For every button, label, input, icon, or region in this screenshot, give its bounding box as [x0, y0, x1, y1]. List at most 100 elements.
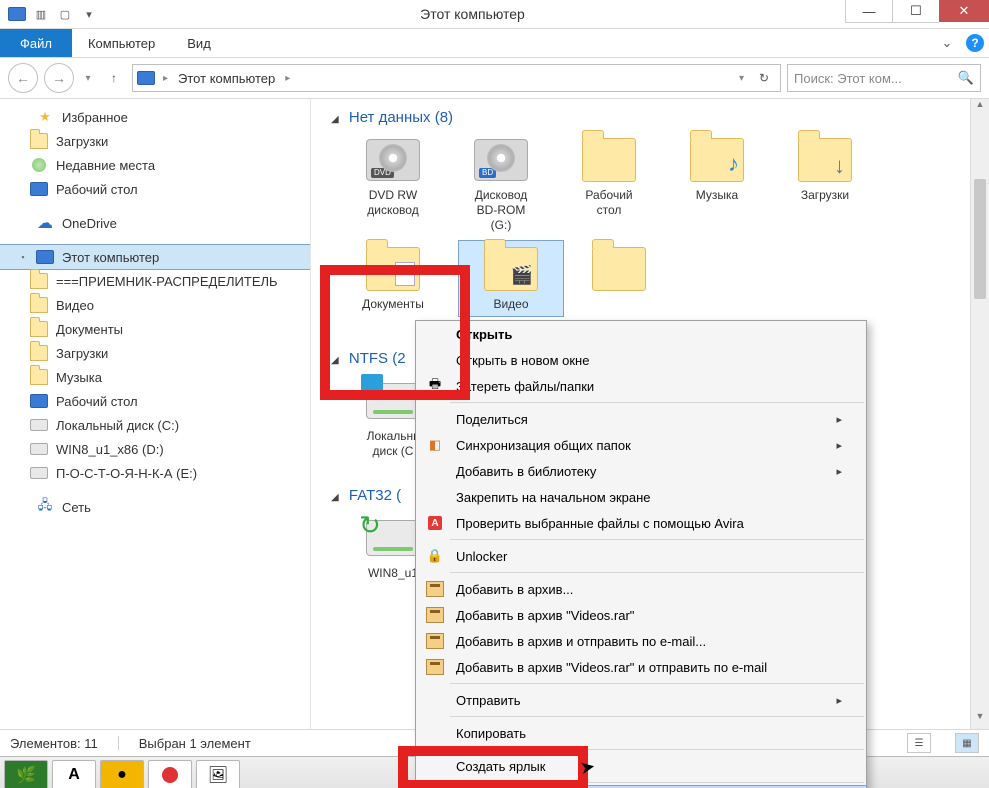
- collapse-icon[interactable]: ◢: [331, 114, 339, 125]
- close-button[interactable]: ✕: [939, 0, 989, 22]
- dvd-drive-icon: DVD: [366, 136, 420, 184]
- collapse-icon[interactable]: [18, 112, 28, 122]
- group-header-nodata[interactable]: ◢ Нет данных (8): [321, 105, 979, 132]
- sidebar-item-downloads[interactable]: Загрузки: [0, 129, 310, 153]
- pc-icon[interactable]: [6, 4, 28, 24]
- menu-separator: [450, 572, 864, 573]
- submenu-icon: ▸: [836, 694, 842, 707]
- menu-archive-email[interactable]: Добавить в архив и отправить по e-mail..…: [416, 628, 866, 654]
- sidebar-item-label: Загрузки: [56, 134, 108, 149]
- taskbar-app[interactable]: ●: [100, 760, 144, 788]
- sidebar-item-recent[interactable]: Недавние места: [0, 153, 310, 177]
- menu-add-to-archive-name[interactable]: Добавить в архив "Videos.rar": [416, 602, 866, 628]
- item-documents[interactable]: Документы: [341, 241, 445, 316]
- item-desktop[interactable]: Рабочий стол: [557, 132, 661, 237]
- quick-access-toolbar: ▥ ▢ ▾: [0, 4, 100, 24]
- file-tab[interactable]: Файл: [0, 29, 72, 57]
- qat-dropdown-icon[interactable]: ▾: [78, 4, 100, 24]
- properties-icon[interactable]: ▥: [30, 4, 52, 24]
- details-view-button[interactable]: ☰: [907, 733, 931, 753]
- item-folder-partial[interactable]: [567, 241, 671, 316]
- menu-scan-avira[interactable]: АПроверить выбранные файлы с помощью Avi…: [416, 510, 866, 536]
- up-button[interactable]: ↑: [102, 66, 126, 90]
- address-dropdown-icon[interactable]: ▾: [735, 73, 748, 84]
- search-input[interactable]: Поиск: Этот ком... 🔍: [787, 64, 981, 92]
- item-music[interactable]: ♪ Музыка: [665, 132, 769, 237]
- back-button[interactable]: ←: [8, 63, 38, 93]
- sidebar-item-drive-e[interactable]: П-О-С-Т-О-Я-Н-К-А (E:): [0, 461, 310, 485]
- folder-icon: [30, 368, 48, 386]
- address-bar[interactable]: ▸ Этот компьютер ▸ ▾ ↻: [132, 64, 781, 92]
- item-bd-drive[interactable]: BD Дисковод BD-ROM (G:): [449, 132, 553, 237]
- sidebar-item-drive-d[interactable]: WIN8_u1_x86 (D:): [0, 437, 310, 461]
- scroll-thumb[interactable]: [974, 179, 986, 299]
- submenu-icon: ▸: [836, 465, 842, 478]
- collapse-icon[interactable]: [18, 218, 28, 228]
- forward-button[interactable]: →: [44, 63, 74, 93]
- menu-send-to[interactable]: Отправить▸: [416, 687, 866, 713]
- sidebar-item-downloads[interactable]: Загрузки: [0, 341, 310, 365]
- menu-copy[interactable]: Копировать: [416, 720, 866, 746]
- sidebar-item-folder[interactable]: ===ПРИЕМНИК-РАСПРЕДЕЛИТЕЛЬ: [0, 269, 310, 293]
- item-downloads[interactable]: ↓ Загрузки: [773, 132, 877, 237]
- menu-open-new-window[interactable]: Открыть в новом окне: [416, 347, 866, 373]
- chevron-right-icon[interactable]: ▸: [281, 73, 294, 84]
- item-video[interactable]: 🎬 Видео: [459, 241, 563, 316]
- menu-archive-email-name[interactable]: Добавить в архив "Videos.rar" и отправит…: [416, 654, 866, 680]
- minimize-button[interactable]: —: [845, 0, 892, 23]
- new-folder-icon[interactable]: ▢: [54, 4, 76, 24]
- taskbar-app[interactable]: 🌿: [4, 760, 48, 788]
- history-dropdown-icon[interactable]: ▾: [80, 73, 96, 84]
- maximize-button[interactable]: ☐: [892, 0, 939, 23]
- menu-add-to-archive[interactable]: Добавить в архив...: [416, 576, 866, 602]
- sidebar-item-desktop[interactable]: Рабочий стол: [0, 389, 310, 413]
- taskbar-app[interactable]: [148, 760, 192, 788]
- collapse-icon[interactable]: ◢: [331, 492, 339, 503]
- sidebar-item-label: Избранное: [62, 110, 128, 125]
- sidebar-item-desktop[interactable]: Рабочий стол: [0, 177, 310, 201]
- scroll-down-icon[interactable]: ▼: [971, 711, 989, 729]
- menu-create-shortcut[interactable]: Создать ярлык: [416, 753, 866, 779]
- sidebar-this-pc[interactable]: ▪ Этот компьютер: [0, 245, 310, 269]
- refresh-icon[interactable]: ↻: [752, 71, 776, 85]
- sidebar-item-documents[interactable]: Документы: [0, 317, 310, 341]
- rar-icon: [424, 632, 446, 650]
- sidebar-item-drive-c[interactable]: Локальный диск (C:): [0, 413, 310, 437]
- sidebar-item-video[interactable]: Видео: [0, 293, 310, 317]
- rar-icon: [424, 580, 446, 598]
- tab-view[interactable]: Вид: [171, 29, 227, 57]
- sidebar-favorites[interactable]: ★ Избранное: [0, 105, 310, 129]
- sidebar-onedrive[interactable]: ☁ OneDrive: [0, 211, 310, 235]
- item-label: Дисковод: [451, 188, 551, 203]
- menu-separator: [450, 402, 864, 403]
- help-button[interactable]: ?: [961, 29, 989, 57]
- collapse-icon[interactable]: ◢: [331, 355, 339, 366]
- menu-share[interactable]: Поделиться▸: [416, 406, 866, 432]
- group-title: Нет данных (8): [349, 109, 453, 126]
- collapse-icon[interactable]: [18, 502, 28, 512]
- menu-open[interactable]: Открыть: [416, 321, 866, 347]
- menu-sync-folders[interactable]: ◧Синхронизация общих папок▸: [416, 432, 866, 458]
- group-title: FAT32 (: [349, 487, 401, 504]
- menu-erase-files[interactable]: 🖶Затереть файлы/папки: [416, 373, 866, 399]
- menu-pin-start[interactable]: Закрепить на начальном экране: [416, 484, 866, 510]
- sidebar-item-music[interactable]: Музыка: [0, 365, 310, 389]
- item-dvd-drive[interactable]: DVD DVD RW дисковод: [341, 132, 445, 237]
- menu-add-to-library[interactable]: Добавить в библиотеку▸: [416, 458, 866, 484]
- collapse-icon[interactable]: ▪: [18, 252, 28, 262]
- scroll-up-icon[interactable]: ▲: [971, 99, 989, 117]
- submenu-icon: ▸: [836, 413, 842, 426]
- scrollbar[interactable]: ▲ ▼: [970, 99, 989, 729]
- sidebar-item-label: Документы: [56, 322, 123, 337]
- menu-unlocker[interactable]: 🔒Unlocker: [416, 543, 866, 569]
- pc-icon: [137, 69, 155, 87]
- breadcrumb-root[interactable]: Этот компьютер: [176, 71, 277, 86]
- expand-ribbon-icon[interactable]: ⌄: [933, 29, 961, 57]
- icons-view-button[interactable]: ▦: [955, 733, 979, 753]
- taskbar-app[interactable]: 🖼: [196, 760, 240, 788]
- item-label: дисковод: [343, 203, 443, 218]
- tab-computer[interactable]: Компьютер: [72, 29, 171, 57]
- sidebar-network[interactable]: 🖧 Сеть: [0, 495, 310, 519]
- chevron-right-icon[interactable]: ▸: [159, 73, 172, 84]
- taskbar-app[interactable]: A: [52, 760, 96, 788]
